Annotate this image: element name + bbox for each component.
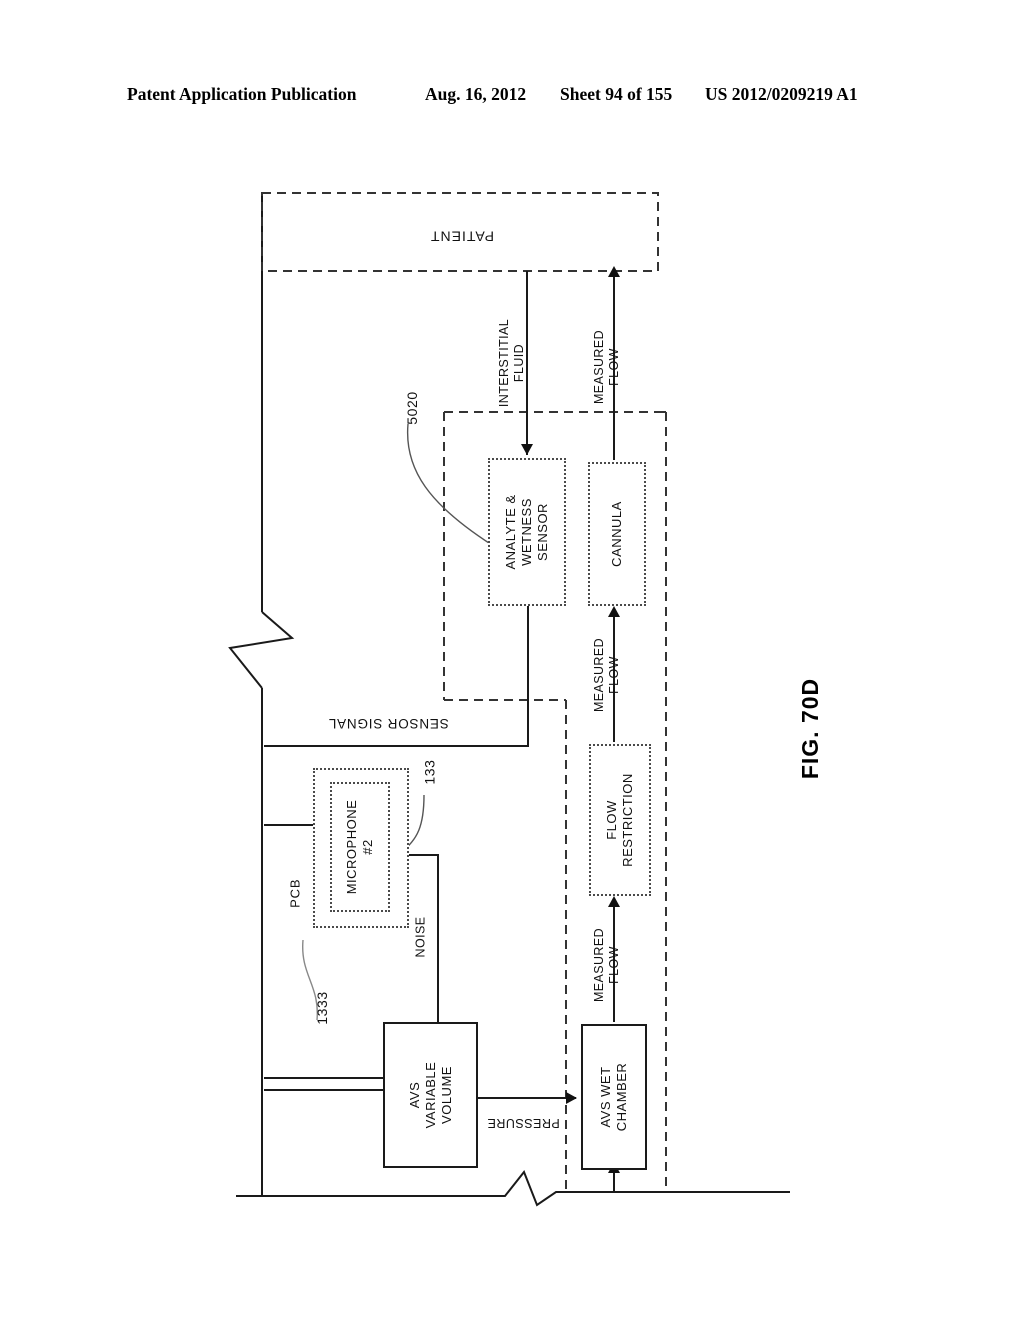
avs-variable-volume-box[interactable]: AVS VARIABLE VOLUME xyxy=(383,1022,478,1168)
header-publication: Patent Application Publication xyxy=(127,84,357,104)
patient-label: PATIENT xyxy=(430,228,495,245)
header-patent-number: US 2012/0209219 A1 xyxy=(705,84,858,104)
header-sheet: Sheet 94 of 155 xyxy=(560,84,673,104)
measured-flow-chamber-label: MEASURED FLOW xyxy=(592,927,622,1003)
pressure-label: PRESSURE xyxy=(487,1116,560,1130)
page-header: Patent Application Publication Aug. 16, … xyxy=(0,84,1024,110)
reference-numeral-5020: 5020 xyxy=(403,391,420,425)
patent-figure-page: Patent Application Publication Aug. 16, … xyxy=(0,0,1024,1320)
reference-numeral-1333: 1333 xyxy=(313,991,330,1025)
avs-wet-chamber-label: AVS WET CHAMBER xyxy=(598,1062,629,1132)
measured-flow-cannula-label: MEASURED FLOW xyxy=(592,637,622,713)
pcb-label: PCB xyxy=(287,878,303,908)
break-symbol-left xyxy=(228,611,295,689)
header-date: Aug. 16, 2012 xyxy=(425,84,527,104)
avs-variable-volume-label: AVS VARIABLE VOLUME xyxy=(406,1061,454,1129)
system-boundary-bottom xyxy=(236,1170,790,1207)
cannula-box[interactable]: CANNULA xyxy=(588,462,646,606)
avs-wet-chamber-box[interactable]: AVS WET CHAMBER xyxy=(581,1024,647,1170)
arrowhead-interstitial-fluid xyxy=(521,444,533,455)
microphone-box[interactable]: MICROPHONE #2 xyxy=(330,782,390,912)
arrowhead-pressure xyxy=(566,1092,577,1104)
microphone-label: MICROPHONE #2 xyxy=(344,799,375,895)
analyte-wetness-sensor-label: ANALYTE & WETNESS SENSOR xyxy=(503,494,550,570)
arrowhead-measured-flow-restriction xyxy=(608,896,620,907)
arrowhead-measured-flow-cannula xyxy=(608,606,620,617)
flow-restriction-label: FLOW RESTRICTION xyxy=(604,773,635,867)
figure-label: FIG. 70D xyxy=(797,677,824,780)
flow-restriction-box[interactable]: FLOW RESTRICTION xyxy=(589,744,651,896)
interstitial-fluid-label: INTERSTITIAL FLUID xyxy=(497,318,527,408)
reference-numeral-133: 133 xyxy=(421,759,438,785)
measured-flow-patient-label: MEASURED FLOW xyxy=(592,329,622,405)
sensor-signal-label: SENSOR SIGNAL xyxy=(328,716,449,732)
leader-line-sensor-ref xyxy=(406,423,493,546)
noise-label: NOISE xyxy=(413,916,428,958)
analyte-wetness-sensor-box[interactable]: ANALYTE & WETNESS SENSOR xyxy=(488,458,566,606)
cannula-label: CANNULA xyxy=(609,501,625,567)
arrowhead-measured-flow-patient xyxy=(608,266,620,277)
